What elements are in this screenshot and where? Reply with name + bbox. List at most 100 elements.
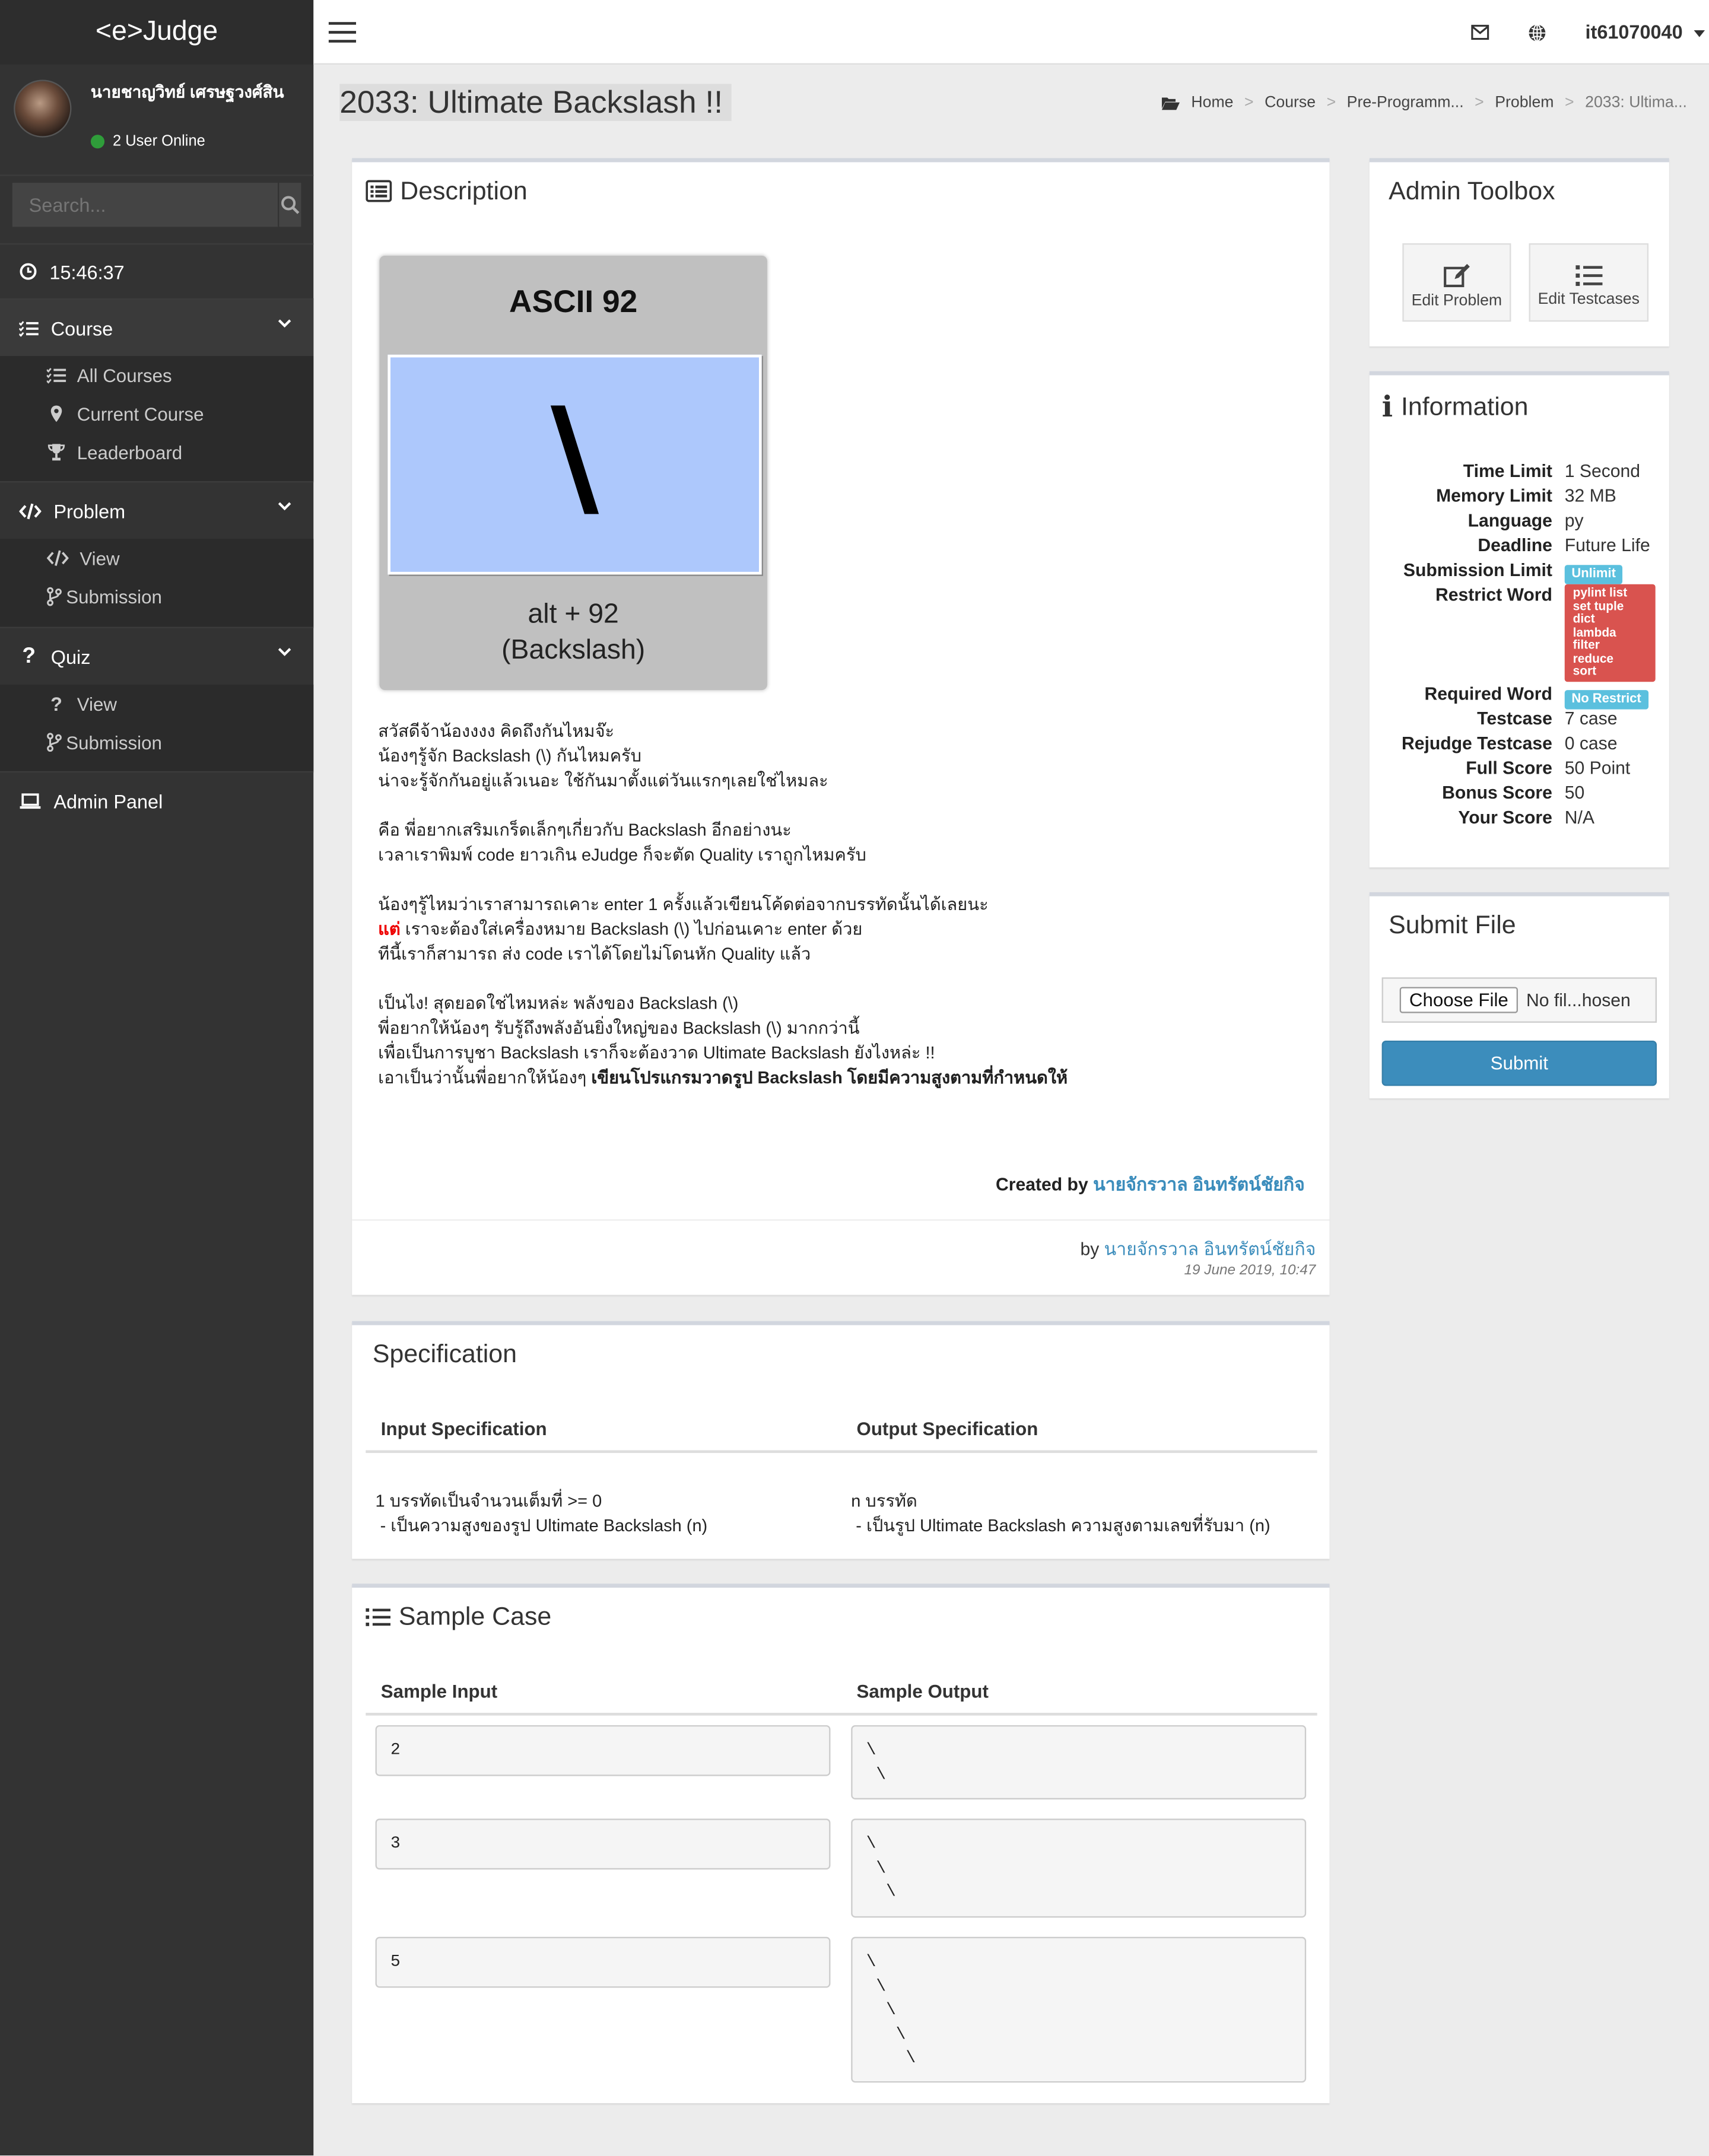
divider (352, 1219, 1330, 1221)
required-word-key: Required Word (1424, 683, 1552, 704)
app-logo[interactable]: <e>Judge (0, 0, 314, 65)
author-link[interactable]: นายจักรวาล อินทรัตน์ชัยกิจ (1104, 1239, 1316, 1260)
sidebar-item-all-courses[interactable]: All Courses (0, 356, 313, 395)
specification-title: Specification (372, 1338, 517, 1368)
post-date: 19 June 2019, 10:47 (1184, 1262, 1316, 1279)
search-icon (281, 196, 300, 214)
sidebar-item-quiz[interactable]: ? Quiz (0, 627, 314, 685)
input-spec-header: Input Specification (380, 1419, 547, 1439)
breadcrumb-separator: > (1244, 94, 1254, 112)
restrict-word-item: dict (1573, 612, 1595, 626)
chevron-down-icon (278, 648, 291, 656)
edit-problem-label: Edit Problem (1411, 292, 1502, 310)
description-line: เพื่อเป็นการบูชา Backslash เราก็จะต้องวา… (378, 1043, 935, 1063)
choose-file-button[interactable]: Choose File (1399, 987, 1519, 1013)
bonus-score-value: 50 (1564, 782, 1585, 803)
description-line: สวัสดีจ้าน้องงงง คิดถึงกันไหมจ๊ะ (378, 721, 615, 741)
question-icon: ? (50, 692, 62, 715)
description-line: น่าจะรู้จักกันอยู่แล้วเนอะ ใช้กันมาตั้งแ… (378, 771, 828, 791)
sample-output-box[interactable]: \ \ \ \ \ (851, 1936, 1307, 2083)
online-dot-icon (90, 135, 105, 149)
envelope-icon[interactable] (1471, 24, 1489, 40)
file-input[interactable]: Choose File No fil...hosen (1381, 977, 1657, 1023)
sample-input-box[interactable]: 2 (375, 1725, 831, 1776)
sample-input-box[interactable]: 3 (375, 1818, 831, 1870)
output-spec-cell: n บรรทัด - เป็นรูป Ultimate Backslash คว… (851, 1489, 1270, 1538)
breadcrumb-problem[interactable]: Problem (1495, 95, 1554, 112)
output-spec-line: - เป็นรูป Ultimate Backslash ความสูงตามเ… (851, 1516, 1270, 1536)
created-by-label: Created by (996, 1174, 1094, 1195)
ascii-image-symbol-panel: \ (387, 354, 762, 575)
ascii-image-line2: (Backslash) (501, 635, 646, 666)
sample-output-box[interactable]: \ \ (851, 1725, 1307, 1799)
description-task-bold: เขียนโปรแกรมวาดรูป Backslash โดยมีความสู… (591, 1068, 1068, 1087)
rejudge-testcase-value: 0 case (1564, 732, 1618, 753)
hamburger-menu-icon[interactable] (328, 22, 357, 43)
emphasis-but: แต่ (378, 920, 401, 939)
submit-button[interactable]: Submit (1381, 1040, 1657, 1086)
top-navbar: it61070040 (313, 0, 1709, 65)
by-label: by (1080, 1238, 1104, 1260)
sidebar-item-label: Admin Panel (53, 790, 163, 812)
laptop-icon (20, 793, 41, 808)
edit-testcases-button[interactable]: Edit Testcases (1529, 243, 1649, 322)
information-box: i Information Time Limit Memory Limit La… (1369, 371, 1669, 868)
chevron-down-icon (278, 502, 291, 511)
sample-case-title: Sample Case (398, 1601, 552, 1630)
sidebar-item-label: View (77, 693, 117, 714)
sidebar-item-course[interactable]: Course (0, 298, 314, 357)
sidebar-item-problem[interactable]: Problem (0, 481, 314, 539)
sidebar-item-label: Problem (53, 500, 126, 522)
bonus-score-key: Bonus Score (1442, 782, 1552, 803)
sidebar-item-current-course[interactable]: Current Course (0, 395, 313, 433)
full-score-value: 50 Point (1564, 757, 1631, 778)
ascii-image-line1: alt + 92 (528, 599, 619, 630)
user-menu[interactable]: it61070040 (1586, 21, 1705, 43)
online-status: 2 User Online (90, 133, 205, 150)
breadcrumb-separator: > (1326, 94, 1336, 112)
edit-problem-button[interactable]: Edit Problem (1402, 243, 1511, 322)
submission-limit-key: Submission Limit (1403, 559, 1552, 580)
search-input[interactable] (12, 183, 278, 227)
your-score-key: Your Score (1458, 807, 1552, 828)
search-button[interactable] (278, 183, 301, 227)
code-branch-icon (47, 587, 62, 606)
sample-input-header: Sample Input (380, 1681, 498, 1702)
breadcrumb-home[interactable]: Home (1191, 95, 1233, 112)
globe-icon[interactable] (1527, 23, 1546, 42)
sidebar-item-problem-submission[interactable]: Submission (0, 577, 313, 616)
sidebar-item-quiz-submission[interactable]: Submission (0, 723, 313, 762)
description-line-rest: เราจะต้องใส่เครื่องหมาย Backslash (\) ไป… (400, 920, 863, 939)
sidebar-item-leaderboard[interactable]: Leaderboard (0, 433, 313, 472)
sample-output-box[interactable]: \ \ \ (851, 1818, 1307, 1918)
username: it61070040 (1585, 20, 1683, 43)
sidebar-item-quiz-view[interactable]: ? View (0, 685, 313, 723)
admin-toolbox-box: Admin Toolbox Edit Problem Edit Testcase… (1369, 158, 1669, 346)
memory-limit-value: 32 MB (1564, 485, 1616, 506)
time-limit-value: 1 Second (1564, 460, 1641, 481)
input-spec-line: 1 บรรทัดเป็นจำนวนเต็มที่ >= 0 (375, 1491, 602, 1511)
caret-down-icon (1693, 30, 1705, 37)
online-count: 2 User Online (112, 133, 205, 150)
sidebar-item-problem-view[interactable]: View (0, 539, 313, 577)
full-score-key: Full Score (1466, 757, 1552, 778)
sidebar-item-admin-panel[interactable]: Admin Panel (0, 771, 314, 829)
language-value: py (1564, 510, 1584, 531)
info-icon: i (1381, 389, 1393, 424)
user-panel: นายชาญวิทย์ เศรษฐวงศ์สิน (0, 65, 314, 176)
breadcrumb-course-name[interactable]: Pre-Programm... (1347, 95, 1464, 112)
description-line: เวลาเราพิมพ์ code ยาวเกิน eJudge ก็จะตัด… (378, 845, 866, 865)
breadcrumb-course[interactable]: Course (1265, 95, 1316, 112)
clock: 15:46:37 (0, 243, 314, 298)
breadcrumb-separator: > (1565, 94, 1574, 112)
description-line: แต่ เราจะต้องใส่เครื่องหมาย Backslash (\… (378, 917, 1068, 942)
description-line: พี่อยากให้น้องๆ รับรู้ถึงพลังอันยิ่งใหญ่… (378, 1018, 860, 1038)
description-box: Description ASCII 92 \ alt + 92 (Backsla… (352, 158, 1330, 1295)
created-by: Created by นายจักรวาล อินทรัตน์ชัยกิจ (996, 1170, 1305, 1199)
sample-input-box[interactable]: 5 (375, 1936, 831, 1988)
sample-case-box: Sample Case Sample Input Sample Output 2… (352, 1583, 1330, 2104)
created-by-author-link[interactable]: นายจักรวาล อินทรัตน์ชัยกิจ (1093, 1174, 1305, 1195)
sample-output-header: Sample Output (856, 1681, 989, 1702)
edit-icon (1443, 263, 1469, 288)
description-title: Description (400, 176, 528, 205)
